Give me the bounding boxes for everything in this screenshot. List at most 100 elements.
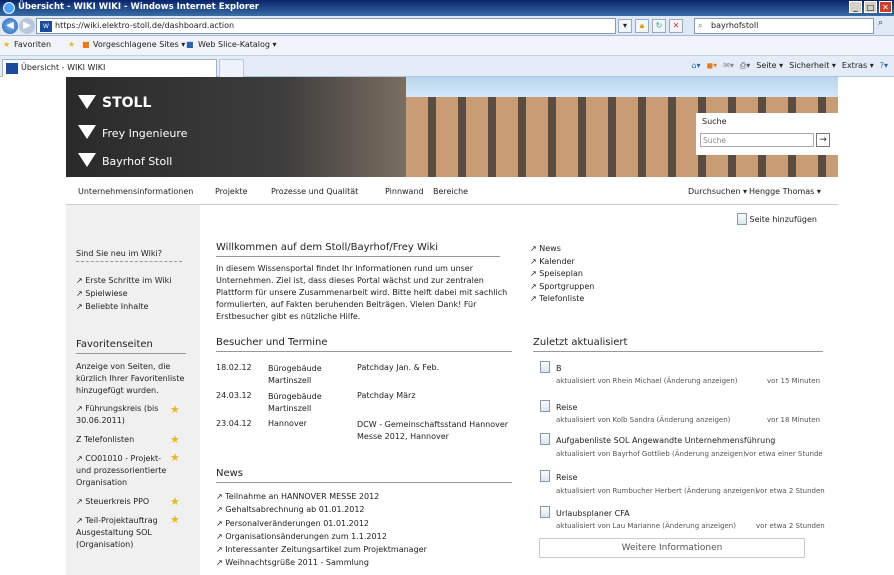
wiki-search-input[interactable]: Suche (700, 133, 814, 147)
new-tab-button[interactable] (219, 59, 244, 77)
suggested-sites-icon: ■ (82, 40, 90, 49)
add-favorite-icon[interactable]: ★ (68, 40, 75, 49)
star-icon[interactable]: ★ (170, 403, 180, 416)
user-menu[interactable]: Hengge Thomas ▾ (749, 187, 821, 196)
fav-item-co01010[interactable]: ↗ CO01010 - Projekt- und prozessorientie… (76, 453, 172, 489)
fav-item-teil-projektauftrag[interactable]: ↗ Teil-Projektauftrag Ausgestaltung SOL … (76, 515, 172, 551)
news-item[interactable]: ↗ Interessanter Zeitungsartikel zum Proj… (216, 543, 427, 556)
visitor-date: 24.03.12 (216, 391, 252, 400)
fav-item-telefonlisten[interactable]: Z Telefonlisten (76, 435, 172, 444)
recent-item-by[interactable]: aktualisiert von Rhein Michael (Änderung… (556, 377, 737, 385)
fav-item-steuerkreis[interactable]: ↗ Steuerkreis PPO (76, 497, 172, 506)
visitor-event[interactable]: DCW - Gemeinschaftsstand Hannover Messe … (357, 419, 517, 443)
lock-icon[interactable]: 🔒︎ (635, 19, 649, 33)
more-info-button[interactable]: Weitere Informationen (539, 538, 805, 558)
main-navigation: Unternehmensinformationen Projekte Proze… (66, 177, 838, 205)
add-page-button[interactable]: Seite hinzufügen (737, 213, 817, 225)
welcome-title: Willkommen auf dem Stoll/Bayrhof/Frey Wi… (216, 242, 500, 257)
outer-margin-left (0, 77, 66, 575)
nav-item-projekte[interactable]: Projekte (215, 187, 248, 196)
quicklink-speiseplan[interactable]: ↗ Speiseplan (530, 268, 594, 281)
logo-frey-text: Frey Ingenieure (102, 127, 188, 140)
nav-item-pinnwand[interactable]: Pinnwand (385, 187, 424, 196)
search-go-icon[interactable]: ⌕ (878, 18, 892, 34)
fav-item-fuehrungskreis[interactable]: ↗ Führungskreis (bis 30.06.2011) (76, 403, 172, 427)
quicklink-news[interactable]: ↗ News (530, 243, 594, 256)
news-item[interactable]: ↗ Gehaltsabrechnung ab 01.01.2012 (216, 503, 427, 516)
recent-item-by[interactable]: aktualisiert von Rumbucher Herbert (Ände… (556, 487, 758, 495)
site-favicon: W (40, 21, 52, 32)
feeds-icon[interactable]: ◼▾ (707, 61, 718, 71)
help-icon[interactable]: ?▾ (880, 61, 888, 71)
link-beliebte-inhalte[interactable]: ↗ Beliebte Inhalte (76, 302, 148, 311)
news-item[interactable]: ↗ Weihnachtsgrüße 2011 - Sammlung (216, 556, 427, 569)
extras-menu[interactable]: Extras ▾ (842, 61, 874, 71)
nav-item-prozesse[interactable]: Prozesse und Qualität (271, 187, 358, 196)
recent-item-title[interactable]: B (556, 364, 562, 373)
mail-icon[interactable]: ✉▾ (723, 61, 734, 71)
logo-stoll-text: STOLL (102, 95, 152, 111)
quicklinks: ↗ News ↗ Kalender ↗ Speiseplan ↗ Sportgr… (530, 243, 594, 306)
nav-item-unternehmensinformationen[interactable]: Unternehmensinformationen (78, 187, 193, 196)
news-item[interactable]: ↗ Organisationsänderungen zum 1.1.2012 (216, 530, 427, 543)
link-spielwiese[interactable]: ↗ Spielwiese (76, 289, 128, 298)
wiki-search-box: Suche Suche → (696, 113, 838, 155)
home-icon[interactable]: ⌂▾ (691, 61, 700, 71)
visitor-event[interactable]: Patchday Jan. & Feb. (357, 363, 439, 372)
window-title: Übersicht - WIKI WIKI - Windows Internet… (18, 2, 259, 12)
refresh-icon[interactable]: ↻ (652, 19, 666, 33)
logo-stoll[interactable]: STOLL (78, 95, 151, 111)
recent-item-title[interactable]: Reise (556, 403, 577, 412)
link-erste-schritte[interactable]: ↗ Erste Schritte im Wiki (76, 276, 172, 285)
main-content: Seite hinzufügen Willkommen auf dem Stol… (200, 205, 838, 575)
logo-bayrhof[interactable]: Bayrhof Stoll (78, 153, 172, 168)
quicklink-telefonliste[interactable]: ↗ Telefonliste (530, 293, 594, 306)
url-field[interactable]: W https://wiki.elektro-stoll.de/dashboar… (36, 18, 616, 34)
page-icon (540, 433, 550, 445)
quicklink-sportgruppen[interactable]: ↗ Sportgruppen (530, 281, 594, 294)
frey-logo-icon (78, 125, 96, 139)
dropdown-icon[interactable]: ▾ (618, 19, 632, 33)
security-menu[interactable]: Sicherheit ▾ (789, 61, 836, 71)
wiki-search-go-icon[interactable]: → (816, 133, 830, 147)
recent-item-by[interactable]: aktualisiert von Lau Marianne (Änderung … (556, 522, 736, 530)
tab-bar: Übersicht - WIKI WIKI ⌂▾ ◼▾ ✉▾ ⎙▾ Seite … (0, 56, 894, 77)
maximize-button[interactable]: □ (864, 1, 877, 13)
news-label: Weihnachtsgrüße 2011 - Sammlung (225, 558, 369, 568)
news-item[interactable]: ↗ Teilnahme an HANNOVER MESSE 2012 (216, 490, 427, 503)
quicklink-kalender[interactable]: ↗ Kalender (530, 256, 594, 269)
page-menu[interactable]: Seite ▾ (756, 61, 783, 71)
star-icon[interactable]: ★ (170, 433, 180, 446)
visitor-event[interactable]: Patchday März (357, 391, 416, 400)
recent-item-title[interactable]: Aufgabenliste SOL Angewandte Unternehmen… (556, 436, 775, 445)
recent-item-title[interactable]: Urlaubsplaner CFA (556, 509, 630, 518)
star-icon[interactable]: ★ (170, 513, 180, 526)
recent-item-when: vor 18 Minuten (767, 416, 821, 424)
back-icon[interactable]: ◀ (2, 18, 18, 34)
browser-search-input[interactable]: ⌕ bayrhofstoll (694, 18, 874, 34)
favorites-star-icon: ★ (3, 40, 11, 49)
print-icon[interactable]: ⎙▾ (740, 61, 750, 71)
tab-active[interactable]: Übersicht - WIKI WIKI (2, 59, 217, 77)
page-icon (540, 361, 550, 373)
forward-icon[interactable]: ▶ (19, 18, 35, 34)
bayrhof-logo-icon (78, 153, 96, 167)
recent-item-by[interactable]: aktualisiert von Kolb Sandra (Änderung a… (556, 416, 730, 424)
web-slice-link[interactable]: Web Slice-Katalog ▾ (198, 40, 277, 49)
nav-item-bereiche[interactable]: Bereiche (433, 187, 468, 196)
favorites-button[interactable]: Favoriten (14, 40, 51, 49)
news-item[interactable]: ↗ Personalveränderungen 01.01.2012 (216, 517, 427, 530)
stop-icon[interactable]: ✕ (669, 19, 683, 33)
browse-menu[interactable]: Durchsuchen ▾ (688, 187, 747, 196)
url-text: https://wiki.elektro-stoll.de/dashboard.… (55, 21, 235, 30)
close-button[interactable]: ✕ (879, 1, 892, 13)
recent-item-title[interactable]: Reise (556, 473, 577, 482)
logo-frey[interactable]: Frey Ingenieure (78, 125, 187, 140)
recent-item-when: vor etwa 2 Stunden (756, 487, 825, 495)
minimize-button[interactable]: _ (849, 1, 862, 13)
star-icon[interactable]: ★ (170, 451, 180, 464)
recent-item-by[interactable]: aktualisiert von Bayrhof Gottlieb (Änder… (556, 450, 746, 458)
fav-label: CO01010 - Projekt- und prozessorientiert… (76, 454, 167, 487)
suggested-sites-link[interactable]: Vorgeschlagene Sites ▾ (93, 40, 185, 49)
star-icon[interactable]: ★ (170, 495, 180, 508)
